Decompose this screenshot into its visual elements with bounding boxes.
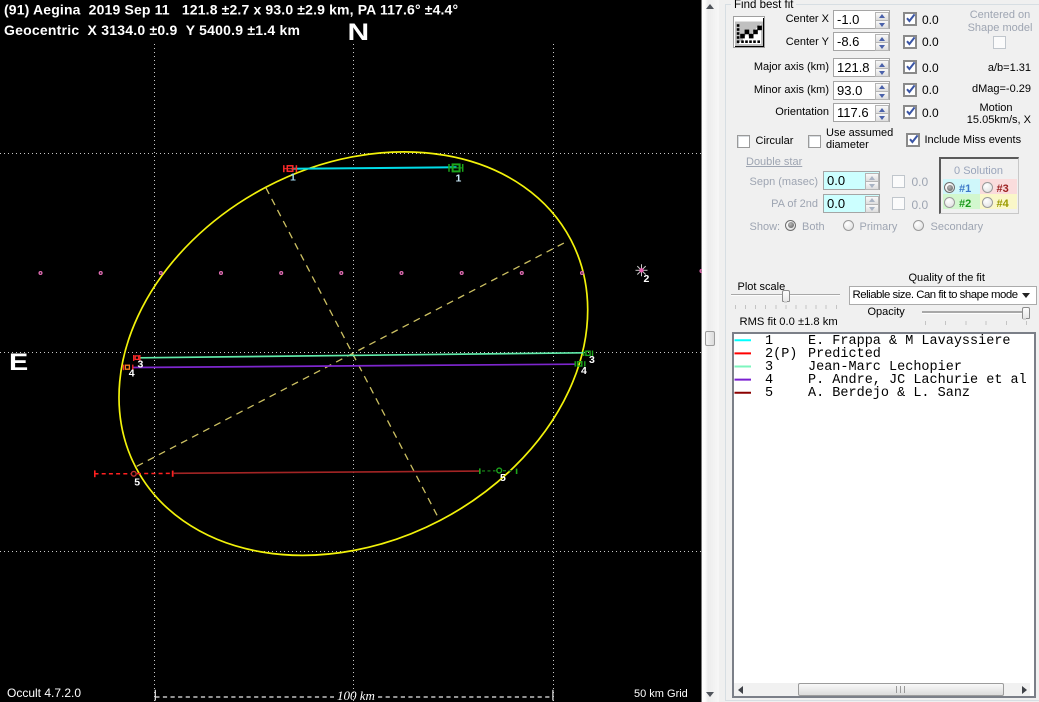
- svg-text:5: 5: [134, 476, 140, 488]
- svg-text:4: 4: [581, 365, 587, 377]
- svg-text:5: 5: [500, 472, 506, 484]
- svg-text:3: 3: [589, 354, 595, 366]
- svg-text:1: 1: [456, 173, 462, 185]
- svg-text:E: E: [9, 348, 28, 375]
- svg-text:1: 1: [290, 172, 296, 184]
- svg-text:N: N: [348, 18, 370, 45]
- svg-text:100 km: 100 km: [337, 688, 375, 702]
- svg-text:3: 3: [138, 359, 144, 371]
- svg-text:Occult 4.7.2.0: Occult 4.7.2.0: [7, 686, 81, 700]
- svg-text:(91) Aegina 2019 Sep 11 121: (91) Aegina 2019 Sep 11 121.8 ±2.7 x 93.…: [4, 2, 458, 18]
- svg-text:50 km Grid: 50 km Grid: [634, 688, 688, 700]
- svg-text:Geocentric X 3134.0 ±0.9 Y 5: Geocentric X 3134.0 ±0.9 Y 5400.9 ±1.4 k…: [4, 22, 300, 38]
- svg-text:4: 4: [129, 367, 135, 379]
- svg-text:2: 2: [644, 273, 650, 285]
